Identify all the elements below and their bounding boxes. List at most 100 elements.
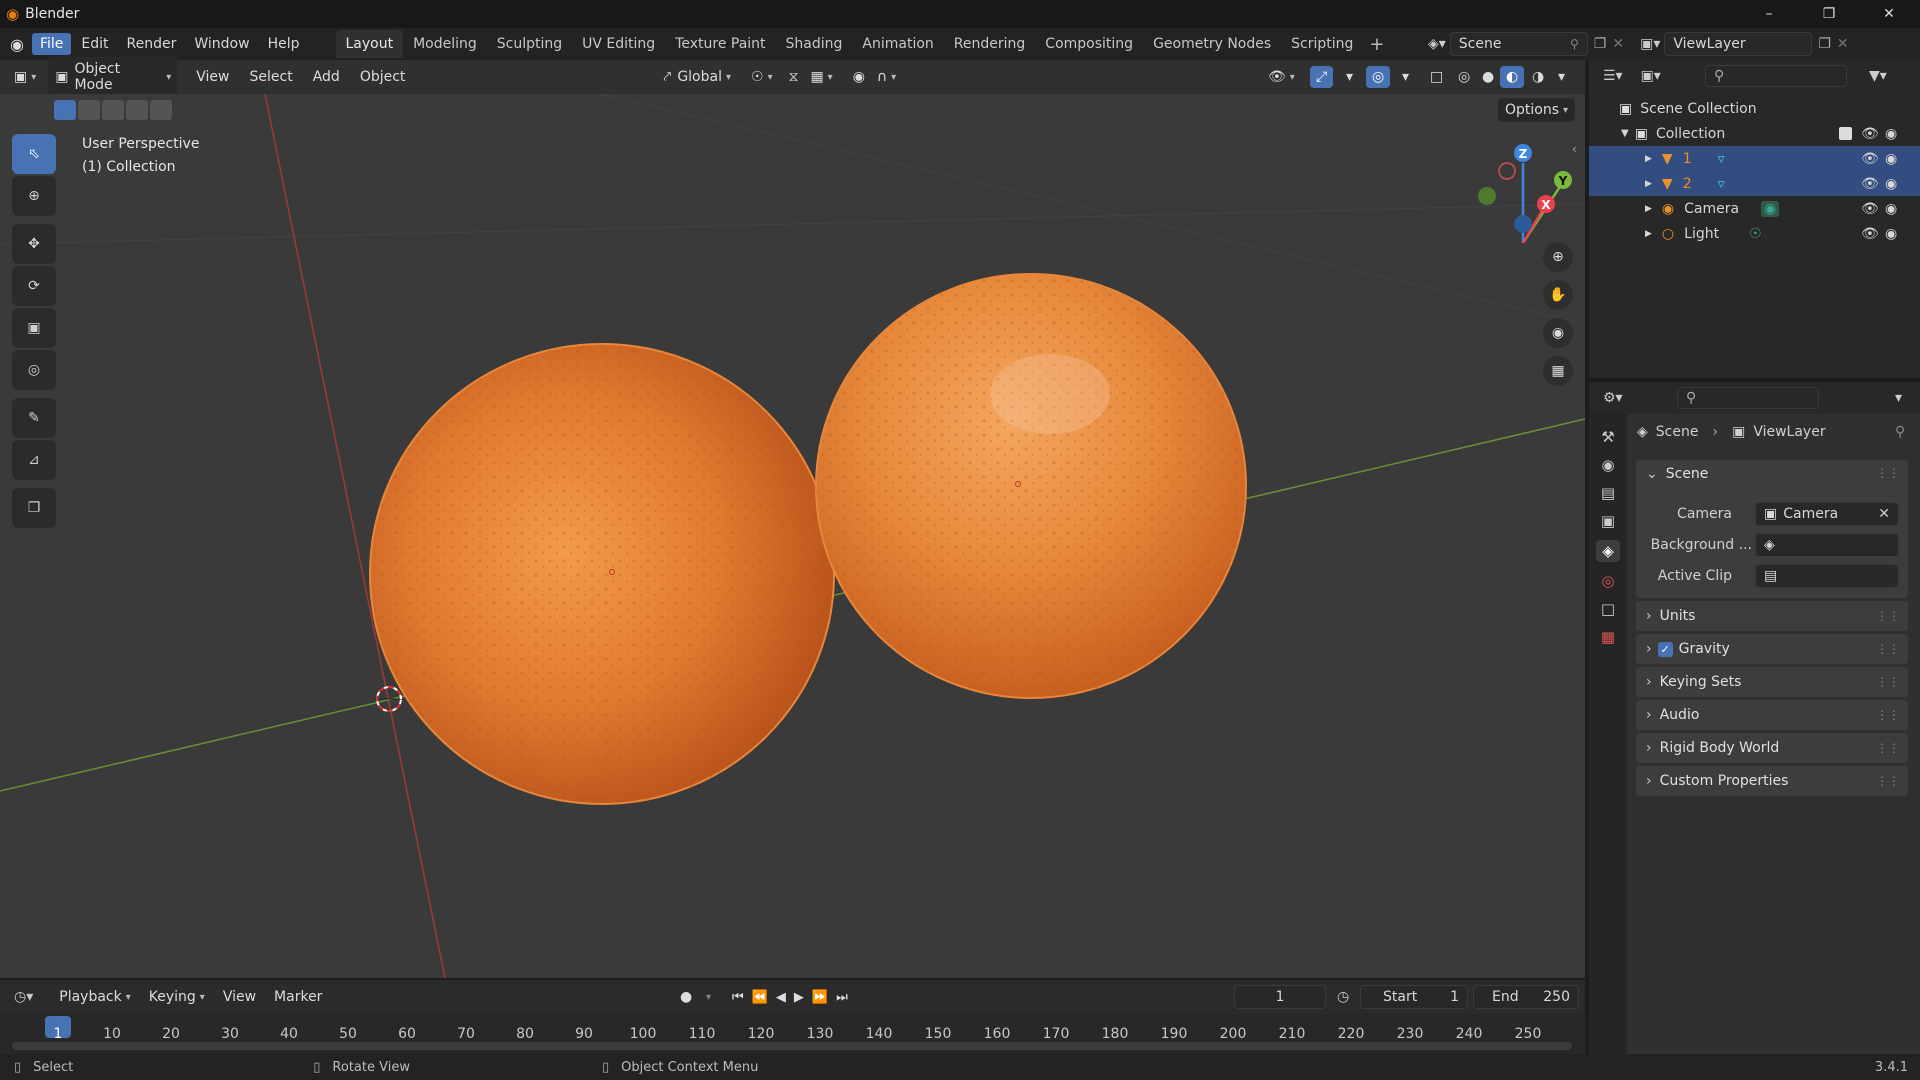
timeline-scrollbar[interactable]	[12, 1042, 1572, 1050]
timeline-menu-view[interactable]: View	[217, 986, 262, 1008]
render-camera-icon[interactable]: ◉	[1885, 226, 1897, 242]
timeline-menu-marker[interactable]: Marker	[268, 986, 328, 1008]
background-field[interactable]: ◈	[1755, 533, 1899, 557]
prev-keyframe-icon[interactable]: ⏪	[752, 990, 768, 1005]
record-icon[interactable]: ●	[680, 989, 692, 1005]
clear-icon[interactable]: ✕	[1878, 506, 1890, 522]
pan-hand-icon[interactable]: ✋	[1543, 280, 1573, 310]
camera-field[interactable]: ▣ Camera ✕	[1755, 502, 1899, 526]
rigid-body-world-panel[interactable]: › Rigid Body World ⋮⋮	[1636, 733, 1908, 763]
outliner-collection[interactable]: ▼ ▣ Collection 👁 ◉	[1589, 121, 1920, 146]
drag-handle-icon[interactable]: ⋮⋮	[1876, 675, 1900, 689]
end-frame-field[interactable]: End 250	[1473, 985, 1579, 1009]
add-cube-tool-icon[interactable]: ❐	[12, 488, 56, 528]
drag-handle-icon[interactable]: ⋮⋮	[1876, 774, 1900, 788]
tab-scripting[interactable]: Scripting	[1281, 30, 1363, 58]
pin-icon[interactable]: ⚲	[1895, 424, 1905, 440]
cursor-tool-icon[interactable]: ⊕	[12, 176, 56, 216]
active-clip-field[interactable]: ▤	[1755, 564, 1899, 588]
collection-checkbox[interactable]	[1839, 127, 1852, 140]
record-options-icon[interactable]: ▾	[706, 992, 711, 1003]
mode-dropdown[interactable]: ▣ Object Mode ▾	[48, 57, 179, 97]
menu-file[interactable]: File	[31, 33, 72, 55]
minimize-button[interactable]: –	[1746, 0, 1792, 28]
filter-icon[interactable]: ▼▾	[1869, 68, 1887, 84]
scene-tab-icon[interactable]: ◈	[1596, 540, 1620, 562]
menu-window[interactable]: Window	[186, 33, 257, 55]
maximize-button[interactable]: ❐	[1806, 0, 1852, 28]
display-mode-icon[interactable]: ▣▾	[1641, 68, 1661, 84]
viewlayer-selector-icon[interactable]: ▣▾	[1640, 36, 1660, 52]
tab-geometry-nodes[interactable]: Geometry Nodes	[1143, 30, 1281, 58]
visibility-icon[interactable]: 👁 ▾	[1262, 66, 1301, 88]
gizmo-icon[interactable]: ⤢	[1310, 66, 1334, 88]
select-extend-icon[interactable]	[78, 100, 100, 120]
render-camera-icon[interactable]: ◉	[1885, 151, 1897, 167]
close-window-button[interactable]: ✕	[1866, 0, 1912, 28]
outliner-item-camera[interactable]: ▶ ◉ Camera ◉ 👁 ◉	[1589, 196, 1920, 221]
blender-menu-icon[interactable]: ◉	[10, 35, 24, 54]
overlay-dropdown-icon[interactable]: ▾	[1396, 66, 1415, 88]
properties-search[interactable]: ⚲	[1677, 387, 1819, 409]
tab-shading[interactable]: Shading	[776, 30, 853, 58]
solid-shading-icon[interactable]: ●	[1476, 66, 1500, 88]
pin-icon[interactable]: ⚲	[1570, 37, 1579, 51]
eye-icon[interactable]: 👁	[1861, 201, 1879, 217]
viewport-menu-view[interactable]: View	[190, 66, 235, 88]
new-scene-icon[interactable]: ❐	[1594, 36, 1607, 52]
render-camera-icon[interactable]: ◉	[1885, 126, 1897, 142]
outliner-editor-icon[interactable]: ☰▾	[1603, 68, 1623, 84]
play-reverse-icon[interactable]: ◀	[776, 990, 786, 1005]
outliner-scene-collection[interactable]: ▣ Scene Collection	[1589, 96, 1920, 121]
collapse-sidebar-icon[interactable]: ‹	[1572, 142, 1577, 156]
drag-handle-icon[interactable]: ⋮⋮	[1876, 741, 1900, 755]
options-dropdown[interactable]: Options ▾	[1498, 98, 1576, 122]
units-panel[interactable]: › Units ⋮⋮	[1636, 601, 1908, 631]
add-workspace-icon[interactable]: +	[1369, 34, 1384, 55]
tab-modeling[interactable]: Modeling	[403, 30, 487, 58]
shading-dropdown-icon[interactable]: ▾	[1552, 66, 1571, 88]
clock-icon[interactable]: ◷	[1337, 989, 1349, 1005]
next-keyframe-icon[interactable]: ⏩	[812, 990, 828, 1005]
new-viewlayer-icon[interactable]: ❐	[1818, 36, 1831, 52]
rendered-shading-icon[interactable]: ◑	[1526, 66, 1550, 88]
select-subtract-icon[interactable]	[102, 100, 124, 120]
snap-target-icon[interactable]: ▦ ▾	[804, 66, 838, 88]
outliner-item-1[interactable]: ▶ ▼ 1 ▿ 👁 ◉	[1589, 146, 1920, 171]
scene-panel-header[interactable]: ⌄ Scene	[1646, 466, 1708, 482]
orientation-dropdown[interactable]: ⤤ Global ▾	[657, 66, 737, 88]
move-tool-icon[interactable]: ✥	[12, 224, 56, 264]
select-box-tool-icon[interactable]: ⬁	[12, 134, 56, 174]
expand-icon[interactable]: ▶	[1645, 229, 1652, 239]
viewlayer-field[interactable]: ViewLayer	[1664, 32, 1813, 56]
eye-icon[interactable]: 👁	[1861, 126, 1879, 142]
xray-icon[interactable]: □	[1424, 66, 1449, 88]
eye-icon[interactable]: 👁	[1861, 176, 1879, 192]
tab-sculpting[interactable]: Sculpting	[487, 30, 572, 58]
start-frame-field[interactable]: Start 1	[1360, 985, 1468, 1009]
3d-viewport[interactable]: Z Y X User Perspective (1) Collection Op…	[0, 94, 1585, 978]
custom-properties-panel[interactable]: › Custom Properties ⋮⋮	[1636, 766, 1908, 796]
menu-edit[interactable]: Edit	[73, 33, 116, 55]
select-invert-icon[interactable]	[126, 100, 148, 120]
gizmo-dropdown-icon[interactable]: ▾	[1340, 66, 1359, 88]
pivot-icon[interactable]: ☉ ▾	[745, 66, 779, 88]
snap-icon[interactable]: ⧖	[783, 66, 805, 88]
scene-selector-icon[interactable]: ◈▾	[1428, 36, 1446, 52]
remove-scene-icon[interactable]: ✕	[1612, 36, 1624, 52]
world-tab-icon[interactable]: ◎	[1601, 572, 1614, 590]
expand-icon[interactable]: ▶	[1645, 154, 1652, 164]
keying-sets-panel[interactable]: › Keying Sets ⋮⋮	[1636, 667, 1908, 697]
audio-panel[interactable]: › Audio ⋮⋮	[1636, 700, 1908, 730]
viewport-menu-select[interactable]: Select	[244, 66, 299, 88]
gravity-checkbox[interactable]: ✓	[1657, 641, 1673, 657]
measure-tool-icon[interactable]: ⊿	[12, 440, 56, 480]
menu-render[interactable]: Render	[119, 33, 185, 55]
eye-icon[interactable]: 👁	[1861, 226, 1879, 242]
render-camera-icon[interactable]: ◉	[1885, 201, 1897, 217]
drag-handle-icon[interactable]: ⋮⋮	[1876, 708, 1900, 722]
tab-compositing[interactable]: Compositing	[1035, 30, 1143, 58]
render-camera-icon[interactable]: ◉	[1885, 176, 1897, 192]
play-icon[interactable]: ▶	[794, 990, 804, 1005]
tab-rendering[interactable]: Rendering	[944, 30, 1036, 58]
